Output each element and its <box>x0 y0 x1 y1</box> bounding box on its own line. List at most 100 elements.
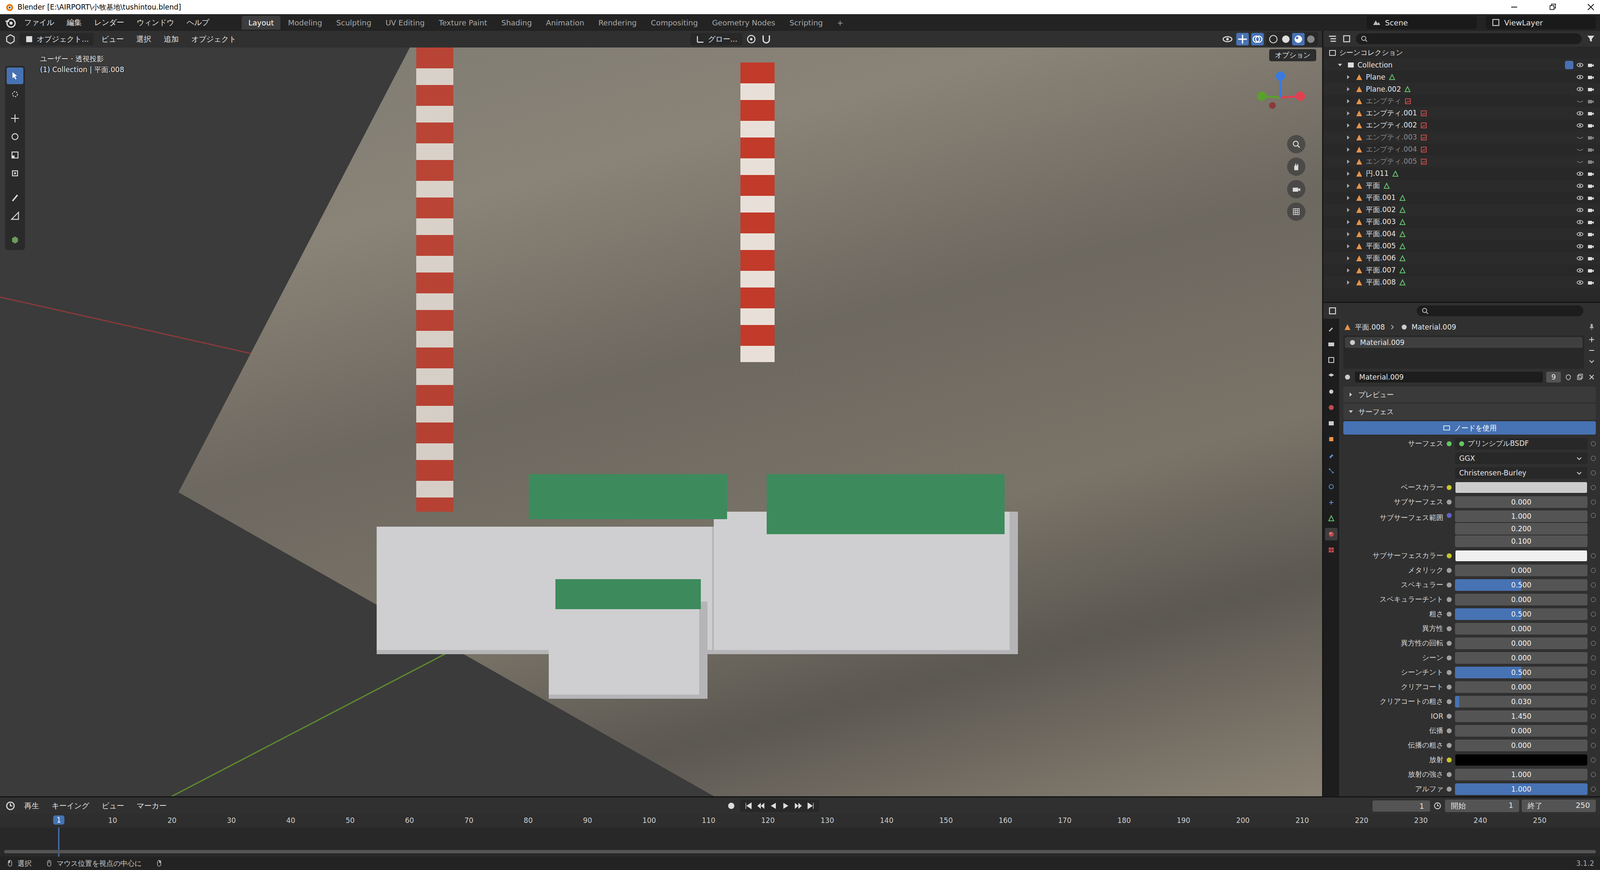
outliner-item[interactable]: 平面.003 <box>1323 215 1600 228</box>
modifier-tab-icon[interactable] <box>1325 448 1338 462</box>
collection-tab-icon[interactable] <box>1325 417 1338 430</box>
outliner-item[interactable]: エンプティ.003 <box>1323 131 1600 144</box>
axis-gizmo-icon[interactable] <box>1247 64 1314 131</box>
keyframe-dot[interactable] <box>1590 626 1596 632</box>
render-camera-icon[interactable] <box>1586 109 1595 118</box>
eye-icon[interactable] <box>1575 109 1585 118</box>
render-camera-icon[interactable] <box>1586 193 1595 203</box>
material-tab-icon[interactable] <box>1325 527 1338 541</box>
jump-end-icon[interactable] <box>805 800 816 811</box>
workspace-tab[interactable]: Animation <box>539 15 591 30</box>
keyframe-dot[interactable] <box>1590 441 1596 447</box>
close-icon[interactable] <box>1585 2 1596 13</box>
keyframe-dot[interactable] <box>1590 470 1596 476</box>
menu-item[interactable]: ヘルプ <box>181 15 215 30</box>
outliner-item[interactable]: エンプティ.002 <box>1323 119 1600 132</box>
outliner-item[interactable]: 平面.005 <box>1323 240 1600 253</box>
frame-ruler[interactable]: 1102030405060708090100110120130140150160… <box>0 814 1600 828</box>
collapse-arrow-icon[interactable] <box>1344 242 1353 251</box>
keyframe-dot[interactable] <box>1590 597 1596 603</box>
particles-tab-icon[interactable] <box>1325 464 1338 478</box>
render-tab-icon[interactable] <box>1325 337 1338 351</box>
collapse-arrow-icon[interactable] <box>1344 72 1353 82</box>
keyframe-dot[interactable] <box>1590 582 1596 588</box>
slider-field[interactable]: 0.000 <box>1455 622 1588 635</box>
render-camera-icon[interactable] <box>1586 85 1595 94</box>
render-camera-icon[interactable] <box>1586 217 1595 227</box>
render-camera-icon[interactable] <box>1586 145 1595 154</box>
outliner-editor-icon[interactable] <box>1327 33 1338 44</box>
render-camera-icon[interactable] <box>1586 60 1595 70</box>
browse-material-icon[interactable] <box>1343 372 1352 382</box>
outliner-item[interactable]: エンプティ <box>1323 95 1600 108</box>
keyframe-dot[interactable] <box>1590 684 1596 690</box>
user-count[interactable]: 9 <box>1546 371 1561 383</box>
playhead[interactable]: 1 <box>53 815 65 825</box>
fake-user-icon[interactable] <box>1564 372 1573 382</box>
dropdown[interactable]: GGX <box>1455 452 1588 465</box>
keyframe-dot[interactable] <box>1590 485 1596 490</box>
scale-icon[interactable] <box>6 146 24 164</box>
eye-closed-icon[interactable] <box>1575 97 1585 106</box>
add-workspace-button[interactable]: + <box>830 15 850 30</box>
outliner-item[interactable]: 平面.004 <box>1323 227 1600 240</box>
constraints-tab-icon[interactable] <box>1325 496 1338 509</box>
minimize-icon[interactable] <box>1509 2 1520 13</box>
menu-item[interactable]: ウィンドウ <box>131 15 180 30</box>
outliner-item[interactable]: エンプティ.004 <box>1323 143 1600 156</box>
workspace-tab[interactable]: Sculpting <box>329 15 378 30</box>
workspace-tab[interactable]: Compositing <box>644 15 705 30</box>
select-box-icon[interactable] <box>6 67 24 85</box>
eye-icon[interactable] <box>1575 205 1585 215</box>
scene-collection-row[interactable]: シーンコレクション <box>1323 46 1600 59</box>
render-camera-icon[interactable] <box>1586 205 1595 215</box>
workspace-tab[interactable]: Scripting <box>782 15 830 30</box>
slider-field[interactable]: 0.000 <box>1455 739 1588 752</box>
slider-field[interactable]: 0.000 <box>1455 725 1588 737</box>
render-camera-icon[interactable] <box>1586 242 1595 251</box>
timeline-track[interactable] <box>0 827 1600 857</box>
keyframe-dot[interactable] <box>1590 757 1596 763</box>
timeline-menu[interactable]: マーカー <box>131 799 172 813</box>
keyframe-dot[interactable] <box>1590 728 1596 734</box>
data-tab-icon[interactable] <box>1325 512 1338 525</box>
eye-icon[interactable] <box>1575 181 1585 190</box>
viewport-menu[interactable]: 選択 <box>131 32 157 46</box>
object-tab-icon[interactable] <box>1325 432 1338 446</box>
slider-field[interactable]: 0.000 <box>1455 652 1588 664</box>
render-camera-icon[interactable] <box>1586 254 1595 263</box>
collection-row[interactable]: Collection <box>1323 58 1600 71</box>
eye-icon[interactable] <box>1575 217 1585 227</box>
play-icon[interactable] <box>780 800 791 811</box>
eye-icon[interactable] <box>1575 230 1585 239</box>
shader-selector[interactable]: プリンシプルBSDF <box>1455 437 1588 450</box>
collapse-arrow-icon[interactable] <box>1344 145 1353 154</box>
zoom-icon[interactable] <box>1287 135 1306 154</box>
use-nodes-button[interactable]: ノードを使用 <box>1343 421 1596 435</box>
material-slot[interactable]: Material.009 <box>1345 337 1583 348</box>
keyframe-dot[interactable] <box>1590 455 1596 461</box>
mode-selector[interactable]: オブジェクト... <box>19 32 94 46</box>
eye-closed-icon[interactable] <box>1575 133 1585 142</box>
cursor-icon[interactable] <box>6 85 24 103</box>
render-camera-icon[interactable] <box>1586 278 1595 287</box>
properties-search[interactable] <box>1416 305 1584 317</box>
outliner-item[interactable]: Plane.002 <box>1323 82 1600 95</box>
outliner-item[interactable]: 平面.001 <box>1323 191 1600 204</box>
solid-shading-icon[interactable] <box>1279 32 1293 46</box>
workspace-tab[interactable]: Rendering <box>591 15 644 30</box>
timeline-menu[interactable]: 再生 <box>19 799 45 813</box>
world-tab-icon[interactable] <box>1325 401 1338 414</box>
eye-icon[interactable] <box>1575 85 1585 94</box>
collapse-arrow-icon[interactable] <box>1344 181 1353 190</box>
blender-menu-icon[interactable] <box>4 16 17 29</box>
pan-hand-icon[interactable] <box>1287 157 1306 176</box>
collapse-arrow-icon[interactable] <box>1344 230 1353 239</box>
viewport-menu[interactable]: ビュー <box>96 32 129 46</box>
panel-header[interactable]: プレビュー <box>1343 386 1596 403</box>
visibility-icon[interactable] <box>1221 32 1234 46</box>
outliner-item[interactable]: 平面.007 <box>1323 264 1600 277</box>
number-field[interactable]: 1.450 <box>1455 710 1588 723</box>
color-swatch[interactable] <box>1455 754 1588 766</box>
render-camera-icon[interactable] <box>1586 97 1595 106</box>
